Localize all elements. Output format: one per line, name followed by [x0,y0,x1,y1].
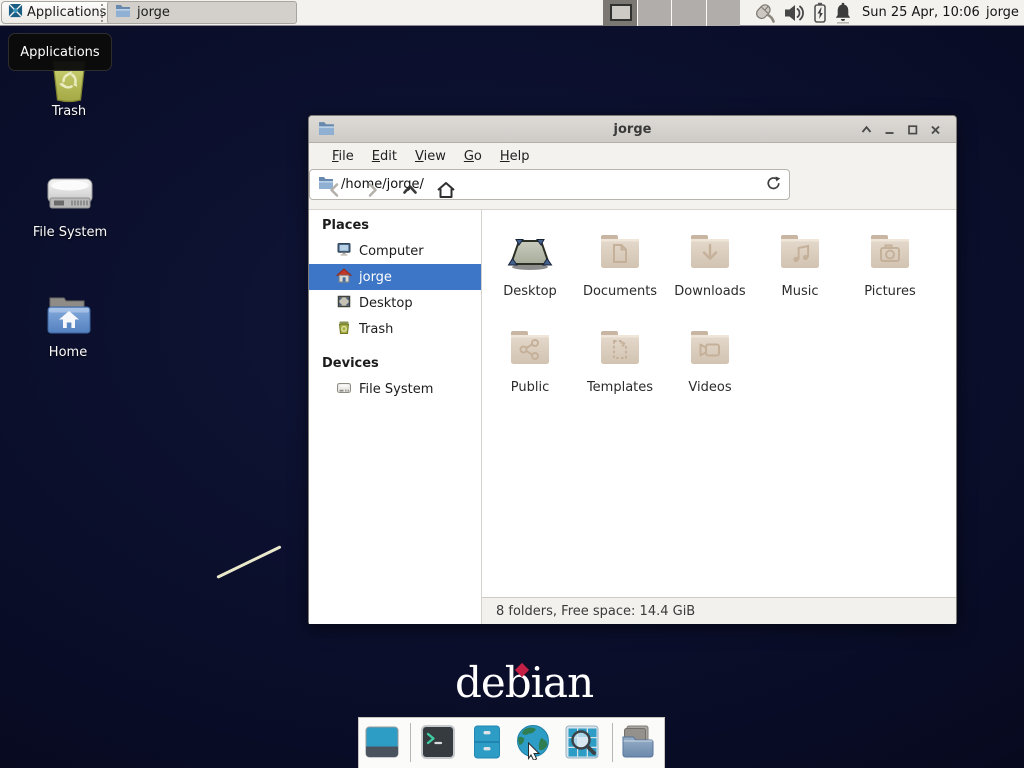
workspace-1[interactable] [603,0,637,26]
sidebar-item-label: jorge [359,270,392,285]
applications-tooltip: Applications [8,33,112,71]
clock[interactable]: Sun 25 Apr, 10:06 [862,0,980,26]
hard-drive-icon [47,176,93,214]
sidebar-item-label: Trash [359,322,393,337]
sidebar-item-label: Computer [359,244,424,259]
statusbar-text: 8 folders, Free space: 14.4 GiB [496,604,695,619]
sidebar-item-jorge[interactable]: jorge [309,264,481,290]
input-device-icon[interactable] [749,1,779,25]
desktop-icon-home[interactable] [46,296,92,340]
sidebar-item-desktop[interactable]: Desktop [309,290,481,316]
up-button[interactable] [397,177,423,203]
top-panel: Applications jorge Sun 25 Apr, 10:06 jor… [0,0,1024,26]
desktop-artifact-line [216,545,281,579]
desktop-icon-filesystem[interactable] [47,176,93,218]
folder-downloads[interactable]: Downloads [665,224,755,316]
desktop-place-icon [336,294,352,313]
folder-desktop[interactable]: Desktop [485,224,575,316]
terminal-emulator-icon[interactable] [420,724,456,760]
sidebar-item-computer[interactable]: Computer [309,238,481,264]
applications-tooltip-text: Applications [20,45,99,60]
sidebar-item-filesystem[interactable]: File System [309,376,481,402]
pictures-folder-icon [866,228,914,276]
folder-public[interactable]: Public [485,320,575,412]
notifications-bell-icon[interactable] [832,1,854,25]
music-folder-icon [776,228,824,276]
directory-menu-icon[interactable] [620,724,656,760]
volume-icon[interactable] [782,1,806,25]
computer-icon [336,242,352,261]
documents-folder-icon [596,228,644,276]
workspace-4[interactable] [706,0,741,26]
web-browser-icon[interactable] [515,724,551,760]
workspace-window-miniature [610,4,632,21]
home-icon [336,268,352,287]
icon-view[interactable]: Desktop Documents Downloads [482,210,956,597]
taskbar-folder-icon [115,4,131,22]
workspace-3[interactable] [671,0,706,26]
side-pane: Places Computer jorge Desktop Trash Devi [309,210,482,624]
forward-button[interactable] [359,177,385,203]
shade-button[interactable] [857,122,875,137]
window-title: jorge [614,122,652,137]
maximize-button[interactable] [903,122,921,137]
window-folder-icon [318,121,335,140]
menubar: File Edit View Go Help [309,143,956,169]
downloads-folder-icon [686,228,734,276]
dock-separator [410,723,411,762]
titlebar[interactable]: jorge [309,116,956,143]
toolbar [309,169,956,210]
folder-pictures[interactable]: Pictures [845,224,935,316]
desktop-icon-filesystem-label: File System [20,225,120,240]
home-button[interactable] [433,177,459,203]
videos-folder-icon [686,324,734,372]
panel-handle[interactable] [101,4,105,22]
trash-small-icon [336,320,352,339]
desktop-icon [506,228,554,276]
statusbar: 8 folders, Free space: 14.4 GiB [482,597,956,624]
minimize-button[interactable] [880,122,898,137]
menu-go[interactable]: Go [455,145,491,168]
close-button[interactable] [926,122,944,137]
file-manager-icon[interactable] [469,724,505,760]
workspace-pager[interactable] [603,0,740,26]
folder-templates[interactable]: Templates [575,320,665,412]
folder-music[interactable]: Music [755,224,845,316]
dock-separator [612,723,613,762]
home-folder-icon [46,296,92,336]
folder-videos[interactable]: Videos [665,320,755,412]
templates-folder-icon [596,324,644,372]
applications-menu-icon [8,3,23,22]
sidebar-item-label: Desktop [359,296,413,311]
debian-wallpaper-logo: debian [455,661,595,709]
show-desktop-icon[interactable] [364,724,400,760]
menu-file[interactable]: File [323,145,363,168]
menu-edit[interactable]: Edit [363,145,406,168]
application-finder-icon[interactable] [564,724,600,760]
taskbar-button-label: jorge [137,5,170,20]
places-header: Places [309,210,481,238]
public-folder-icon [506,324,554,372]
sidebar-item-label: File System [359,382,433,397]
applications-menu-button[interactable]: Applications [1,1,113,24]
battery-charging-icon[interactable] [809,1,831,25]
applications-menu-label: Applications [27,5,106,20]
dock-panel [358,717,665,768]
desktop-icon-home-label: Home [28,345,108,360]
sidebar-item-trash[interactable]: Trash [309,316,481,342]
user-menu[interactable]: jorge [986,0,1019,26]
taskbar-button-jorge[interactable]: jorge [107,1,297,24]
back-button[interactable] [322,177,348,203]
folder-documents[interactable]: Documents [575,224,665,316]
drive-small-icon [336,380,352,399]
reload-icon[interactable] [766,175,781,195]
workspace-2[interactable] [637,0,672,26]
menu-help[interactable]: Help [491,145,539,168]
file-manager-window: jorge File Edit View Go Help [308,115,957,624]
devices-header: Devices [309,342,481,376]
menu-view[interactable]: View [406,145,455,168]
